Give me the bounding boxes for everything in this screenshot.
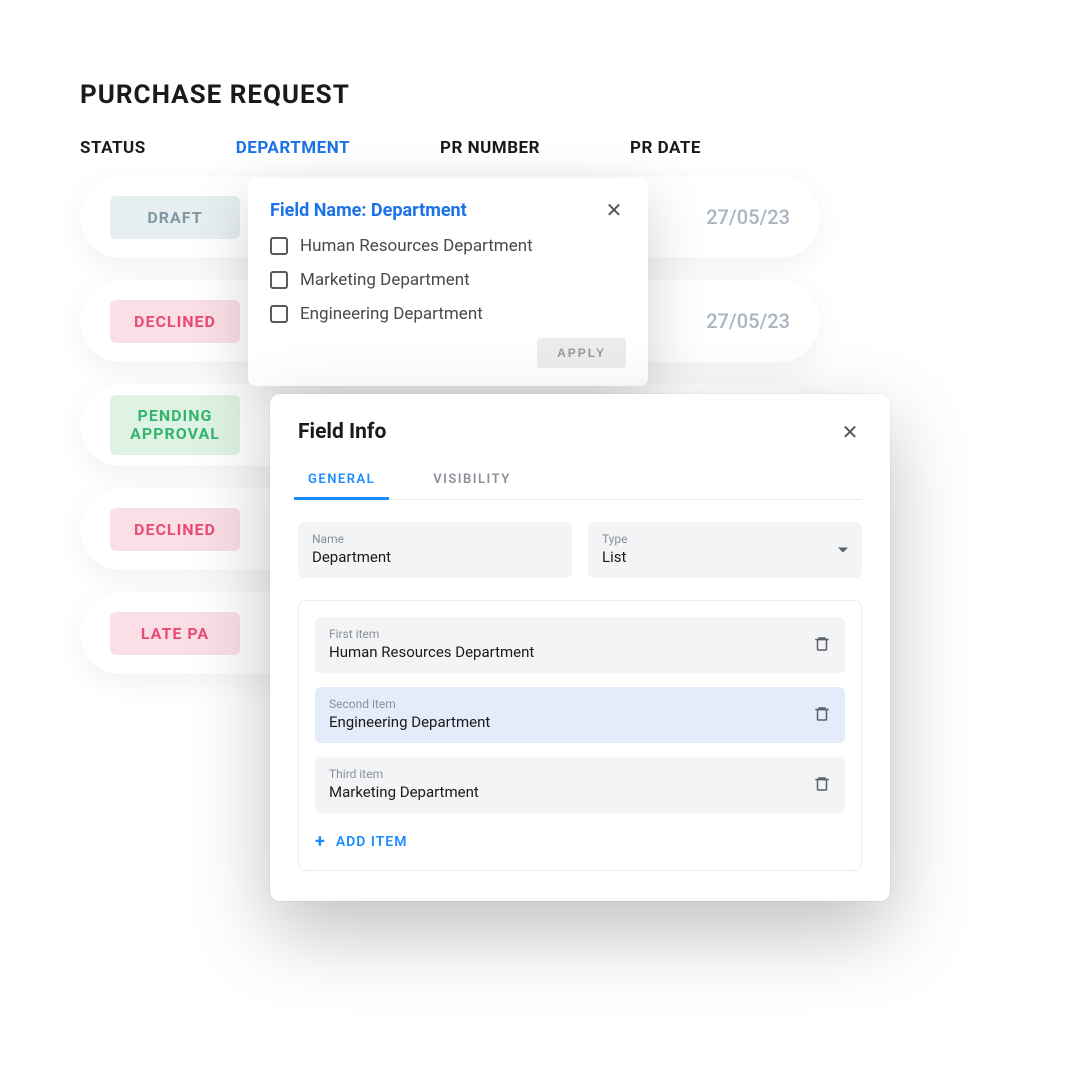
item-label: Third item bbox=[329, 767, 479, 781]
name-field[interactable]: Name Department bbox=[298, 522, 572, 578]
status-badge: DECLINED bbox=[110, 300, 240, 343]
status-badge: PENDING APPROVAL bbox=[110, 395, 240, 454]
item-label: First item bbox=[329, 627, 534, 641]
column-department[interactable]: DEPARTMENT bbox=[236, 138, 350, 158]
type-field[interactable]: Type List bbox=[588, 522, 862, 578]
trash-icon[interactable] bbox=[813, 634, 831, 654]
row-date: 27/05/23 bbox=[706, 205, 790, 229]
filter-option-label: Engineering Department bbox=[300, 304, 483, 324]
column-pr-date[interactable]: PR DATE bbox=[630, 138, 701, 158]
column-headers: STATUS DEPARTMENT PR NUMBER PR DATE bbox=[80, 138, 1020, 158]
tab-visibility[interactable]: VISIBILITY bbox=[429, 462, 515, 499]
list-item[interactable]: Second item Engineering Department bbox=[315, 687, 845, 743]
page-title: PURCHASE REQUEST bbox=[80, 80, 1020, 110]
trash-icon[interactable] bbox=[813, 774, 831, 794]
add-item-label: ADD ITEM bbox=[336, 834, 408, 850]
close-icon[interactable]: ✕ bbox=[602, 198, 626, 222]
plus-icon: + bbox=[315, 831, 326, 852]
apply-button[interactable]: APPLY bbox=[537, 338, 626, 368]
checkbox-icon[interactable] bbox=[270, 271, 288, 289]
filter-option-label: Human Resources Department bbox=[300, 236, 533, 256]
modal-tabs: GENERAL VISIBILITY bbox=[298, 462, 862, 500]
tab-general[interactable]: GENERAL bbox=[304, 462, 379, 499]
item-value: Engineering Department bbox=[329, 713, 490, 731]
filter-option[interactable]: Marketing Department bbox=[270, 270, 626, 290]
checkbox-icon[interactable] bbox=[270, 237, 288, 255]
field-value: List bbox=[602, 548, 848, 566]
list-item[interactable]: First item Human Resources Department bbox=[315, 617, 845, 673]
field-info-modal: Field Info ✕ GENERAL VISIBILITY Name Dep… bbox=[270, 394, 890, 901]
trash-icon[interactable] bbox=[813, 704, 831, 724]
status-badge: LATE PA bbox=[110, 612, 240, 655]
filter-option-label: Marketing Department bbox=[300, 270, 470, 290]
filter-title: Field Name: Department bbox=[270, 200, 467, 221]
modal-title: Field Info bbox=[298, 420, 386, 444]
row-date: 27/05/23 bbox=[706, 309, 790, 333]
item-value: Human Resources Department bbox=[329, 643, 534, 661]
status-badge: DRAFT bbox=[110, 196, 240, 239]
items-panel: First item Human Resources Department Se… bbox=[298, 600, 862, 871]
add-item-button[interactable]: + ADD ITEM bbox=[315, 831, 407, 852]
filter-option[interactable]: Engineering Department bbox=[270, 304, 626, 324]
chevron-down-icon bbox=[838, 548, 848, 553]
column-pr-number[interactable]: PR NUMBER bbox=[440, 138, 540, 158]
item-value: Marketing Department bbox=[329, 783, 479, 801]
field-value: Department bbox=[312, 548, 558, 566]
column-status[interactable]: STATUS bbox=[80, 138, 146, 158]
close-icon[interactable]: ✕ bbox=[838, 420, 862, 444]
field-label: Name bbox=[312, 532, 558, 546]
checkbox-icon[interactable] bbox=[270, 305, 288, 323]
field-label: Type bbox=[602, 532, 848, 546]
status-badge: DECLINED bbox=[110, 508, 240, 551]
item-label: Second item bbox=[329, 697, 490, 711]
department-filter-popover: Field Name: Department ✕ Human Resources… bbox=[248, 178, 648, 386]
list-item[interactable]: Third item Marketing Department bbox=[315, 757, 845, 813]
filter-option[interactable]: Human Resources Department bbox=[270, 236, 626, 256]
